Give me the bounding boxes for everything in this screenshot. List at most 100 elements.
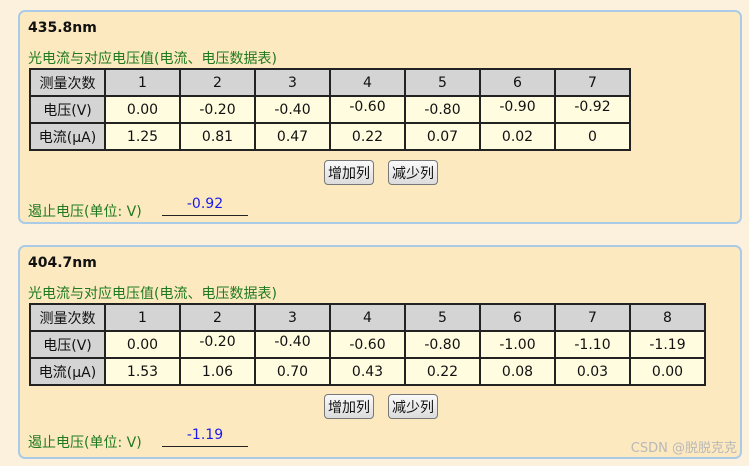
voltage-cell[interactable]: -0.80 bbox=[404, 95, 481, 124]
wavelength-title: 435.8nm bbox=[28, 20, 97, 36]
voltage-value: -0.80 bbox=[424, 336, 461, 353]
current-cell[interactable]: 0.08 bbox=[479, 357, 556, 386]
current-value: 1.06 bbox=[201, 363, 234, 380]
voltage-cell[interactable]: 0.00 bbox=[104, 330, 181, 359]
current-cell[interactable]: 0.07 bbox=[404, 122, 481, 151]
column-header: 3 bbox=[254, 303, 331, 332]
current-cell[interactable]: 0 bbox=[554, 122, 631, 151]
voltage-value: -0.80 bbox=[424, 101, 461, 118]
column-header: 7 bbox=[554, 303, 631, 332]
voltage-value: -0.20 bbox=[199, 101, 236, 118]
table-caption: 光电流与对应电压值(电流、电压数据表) bbox=[28, 286, 277, 302]
data-table: 测量次数 1 2 3 4 5 6 7 电压(V) 0.00 -0.20 -0.4… bbox=[29, 68, 631, 151]
column-header: 5 bbox=[404, 68, 481, 97]
current-value: 0.43 bbox=[351, 363, 384, 380]
column-header: 6 bbox=[479, 68, 556, 97]
voltage-row: 电压(V) 0.00 -0.20 -0.40 -0.60 -0.80 -0.90… bbox=[29, 95, 631, 124]
column-header: 8 bbox=[629, 303, 706, 332]
row-header-current: 电流(μA) bbox=[29, 357, 106, 386]
voltage-value: -0.20 bbox=[199, 333, 236, 350]
voltage-value: -0.60 bbox=[349, 336, 386, 353]
current-cell[interactable]: 0.22 bbox=[329, 122, 406, 151]
row-header-current: 电流(μA) bbox=[29, 122, 106, 151]
voltage-cell[interactable]: -0.92 bbox=[554, 95, 631, 124]
voltage-cell[interactable]: -0.20 bbox=[179, 95, 256, 124]
current-value: 0.02 bbox=[501, 128, 534, 145]
voltage-cell[interactable]: -0.40 bbox=[254, 95, 331, 124]
remove-column-button[interactable]: 减少列 bbox=[388, 394, 438, 419]
voltage-cell[interactable]: -1.00 bbox=[479, 330, 556, 359]
current-cell[interactable]: 1.53 bbox=[104, 357, 181, 386]
current-cell[interactable]: 0.43 bbox=[329, 357, 406, 386]
column-header: 4 bbox=[329, 68, 406, 97]
column-header: 7 bbox=[554, 68, 631, 97]
current-cell[interactable]: 0.00 bbox=[629, 357, 706, 386]
voltage-value: 0.00 bbox=[126, 101, 159, 118]
voltage-cell[interactable]: 0.00 bbox=[104, 95, 181, 124]
table-caption: 光电流与对应电压值(电流、电压数据表) bbox=[28, 51, 277, 67]
measurement-panel-1: 435.8nm 光电流与对应电压值(电流、电压数据表) 测量次数 1 2 3 4… bbox=[18, 10, 742, 224]
stopping-voltage-label: 遏止电压(单位: V) bbox=[28, 435, 142, 451]
current-value: 1.53 bbox=[126, 363, 159, 380]
current-value: 0.07 bbox=[426, 128, 459, 145]
current-value: 0.22 bbox=[426, 363, 459, 380]
stopping-voltage-label: 遏止电压(单位: V) bbox=[28, 204, 142, 220]
data-table: 测量次数 1 2 3 4 5 6 7 8 电压(V) 0.00 -0.20 -0… bbox=[29, 303, 706, 386]
current-cell[interactable]: 0.02 bbox=[479, 122, 556, 151]
voltage-cell[interactable]: -1.19 bbox=[629, 330, 706, 359]
current-row: 电流(μA) 1.25 0.81 0.47 0.22 0.07 0.02 0 bbox=[29, 122, 631, 151]
current-cell[interactable]: 1.25 bbox=[104, 122, 181, 151]
row-header-voltage: 电压(V) bbox=[29, 95, 106, 124]
column-header: 5 bbox=[404, 303, 481, 332]
current-value: 0.81 bbox=[201, 128, 234, 145]
column-header: 2 bbox=[179, 68, 256, 97]
voltage-value: 0.00 bbox=[126, 336, 159, 353]
voltage-value: -1.10 bbox=[574, 336, 611, 353]
watermark: CSDN @脱脱克克 bbox=[630, 441, 737, 456]
voltage-value: -1.00 bbox=[499, 336, 536, 353]
current-value: 1.25 bbox=[126, 128, 159, 145]
current-value: 0.00 bbox=[651, 363, 684, 380]
voltage-value: -1.19 bbox=[649, 336, 686, 353]
voltage-row: 电压(V) 0.00 -0.20 -0.40 -0.60 -0.80 -1.00… bbox=[29, 330, 706, 359]
count-row: 测量次数 1 2 3 4 5 6 7 bbox=[29, 68, 631, 97]
voltage-cell[interactable]: -0.60 bbox=[329, 95, 406, 124]
current-cell[interactable]: 0.03 bbox=[554, 357, 631, 386]
current-cell[interactable]: 0.81 bbox=[179, 122, 256, 151]
remove-column-button[interactable]: 减少列 bbox=[388, 160, 438, 185]
voltage-value: -0.40 bbox=[274, 333, 311, 350]
voltage-value: -0.90 bbox=[499, 98, 536, 115]
current-value: 0.08 bbox=[501, 363, 534, 380]
voltage-cell[interactable]: -0.40 bbox=[254, 330, 331, 359]
current-cell[interactable]: 0.70 bbox=[254, 357, 331, 386]
add-column-button[interactable]: 增加列 bbox=[324, 160, 374, 185]
voltage-cell[interactable]: -0.80 bbox=[404, 330, 481, 359]
current-value: 0.22 bbox=[351, 128, 384, 145]
voltage-value: -0.92 bbox=[574, 98, 611, 115]
current-row: 电流(μA) 1.53 1.06 0.70 0.43 0.22 0.08 0.0… bbox=[29, 357, 706, 386]
measurement-panel-2: 404.7nm 光电流与对应电压值(电流、电压数据表) 测量次数 1 2 3 4… bbox=[18, 245, 742, 459]
column-header: 1 bbox=[104, 68, 181, 97]
column-header: 3 bbox=[254, 68, 331, 97]
voltage-cell[interactable]: -0.20 bbox=[179, 330, 256, 359]
column-header: 4 bbox=[329, 303, 406, 332]
current-value: 0.03 bbox=[576, 363, 609, 380]
row-header-count: 测量次数 bbox=[29, 68, 106, 97]
current-value: 0.70 bbox=[276, 363, 309, 380]
current-cell[interactable]: 0.47 bbox=[254, 122, 331, 151]
column-header: 2 bbox=[179, 303, 256, 332]
voltage-value: -0.60 bbox=[349, 98, 386, 115]
voltage-cell[interactable]: -0.90 bbox=[479, 95, 556, 124]
current-cell[interactable]: 0.22 bbox=[404, 357, 481, 386]
voltage-cell[interactable]: -1.10 bbox=[554, 330, 631, 359]
add-column-button[interactable]: 增加列 bbox=[324, 394, 374, 419]
column-header: 6 bbox=[479, 303, 556, 332]
current-value: 0.47 bbox=[276, 128, 309, 145]
stopping-voltage-value[interactable]: -0.92 bbox=[162, 196, 248, 216]
current-cell[interactable]: 1.06 bbox=[179, 357, 256, 386]
current-value: 0 bbox=[588, 128, 597, 145]
voltage-value: -0.40 bbox=[274, 101, 311, 118]
voltage-cell[interactable]: -0.60 bbox=[329, 330, 406, 359]
stopping-voltage-value[interactable]: -1.19 bbox=[162, 427, 248, 447]
count-row: 测量次数 1 2 3 4 5 6 7 8 bbox=[29, 303, 706, 332]
